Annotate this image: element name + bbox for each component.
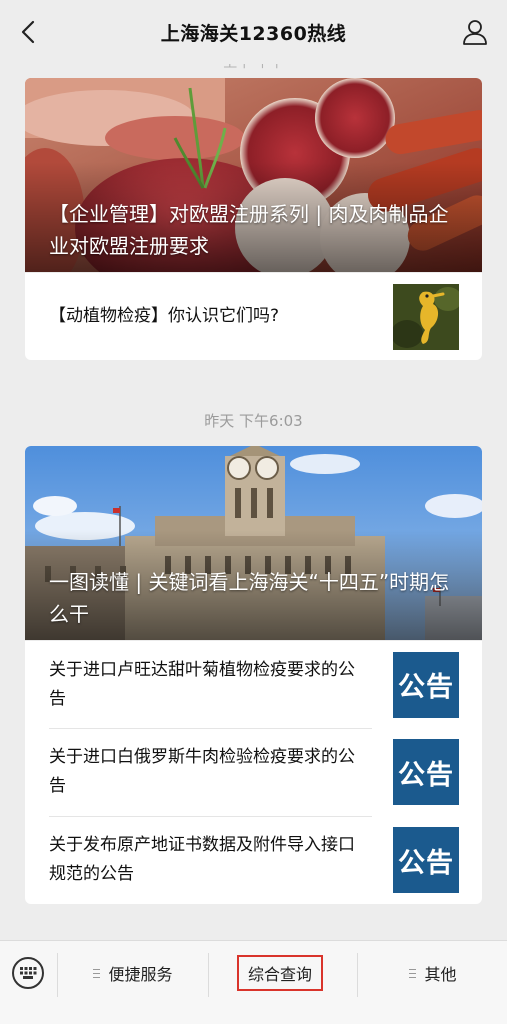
article-title: 【企业管理】对欧盟注册系列 | 肉及肉制品企业对欧盟注册要求 bbox=[49, 202, 449, 258]
list-item-title: 关于进口白俄罗斯牛肉检验检疫要求的公告 bbox=[49, 747, 355, 796]
back-button[interactable] bbox=[14, 17, 42, 47]
seahorse-thumbnail bbox=[393, 283, 459, 350]
submenu-icon bbox=[93, 968, 101, 978]
profile-button[interactable] bbox=[461, 18, 489, 46]
notice-thumbnail: 公告 bbox=[393, 827, 459, 893]
timestamp: 昨天 下午6:03 bbox=[204, 412, 303, 430]
list-item[interactable]: 关于进口卢旺达甜叶菊植物检疫要求的公告 公告 bbox=[25, 640, 482, 728]
menu-divider bbox=[357, 953, 358, 997]
article-cover[interactable]: 一图读懂 | 关键词看上海海关“十四五”时期怎么干 bbox=[25, 446, 482, 640]
list-item[interactable]: 关于发布原产地证书数据及附件导入接口规范的公告 公告 bbox=[25, 816, 482, 904]
article-card: 【企业管理】对欧盟注册系列 | 肉及肉制品企业对欧盟注册要求 【动植物检疫】你认… bbox=[25, 78, 482, 360]
chevron-left-icon bbox=[21, 20, 35, 44]
menu-item-other[interactable]: 其他 bbox=[360, 955, 506, 991]
page-title: 上海海关12360热线 bbox=[160, 22, 347, 45]
article-title: 一图读懂 | 关键词看上海海关“十四五”时期怎么干 bbox=[49, 570, 450, 626]
list-item-title: 关于进口卢旺达甜叶菊植物检疫要求的公告 bbox=[49, 659, 355, 709]
menu-divider bbox=[208, 953, 209, 997]
message-feed[interactable]: 上午 下午 bbox=[0, 64, 507, 940]
divider bbox=[49, 816, 372, 817]
submenu-icon bbox=[409, 968, 417, 978]
timestamp: 上午 下午 bbox=[0, 64, 507, 72]
user-icon bbox=[463, 20, 487, 45]
menu-item-label: 综合查询 bbox=[247, 965, 312, 984]
list-item[interactable]: 【动植物检疫】你认识它们吗? bbox=[25, 272, 482, 360]
list-item-title: 关于发布原产地证书数据及附件导入接口规范的公告 bbox=[49, 835, 355, 884]
article-cover[interactable]: 【企业管理】对欧盟注册系列 | 肉及肉制品企业对欧盟注册要求 bbox=[25, 78, 482, 272]
menu-item-label: 其他 bbox=[424, 965, 457, 984]
list-item-title: 【动植物检疫】你认识它们吗? bbox=[49, 306, 280, 326]
bottom-menu: 便捷服务 综合查询 其他 bbox=[0, 940, 507, 1024]
list-item[interactable]: 关于进口白俄罗斯牛肉检验检疫要求的公告 公告 bbox=[25, 728, 482, 816]
menu-item-label: 便捷服务 bbox=[108, 965, 173, 984]
seahorse-image bbox=[393, 283, 459, 350]
top-bar: 上海海关12360热线 bbox=[0, 0, 507, 64]
divider bbox=[49, 728, 372, 729]
article-card: 一图读懂 | 关键词看上海海关“十四五”时期怎么干 关于进口卢旺达甜叶菊植物检疫… bbox=[25, 446, 482, 904]
keyboard-icon bbox=[20, 967, 37, 979]
keyboard-toggle[interactable] bbox=[12, 957, 44, 989]
menu-item-general-query[interactable]: 综合查询 bbox=[237, 955, 323, 991]
notice-thumbnail: 公告 bbox=[393, 651, 459, 718]
notice-thumbnail: 公告 bbox=[393, 739, 459, 805]
menu-item-convenient-service[interactable]: 便捷服务 bbox=[60, 955, 206, 991]
menu-divider bbox=[57, 953, 58, 997]
